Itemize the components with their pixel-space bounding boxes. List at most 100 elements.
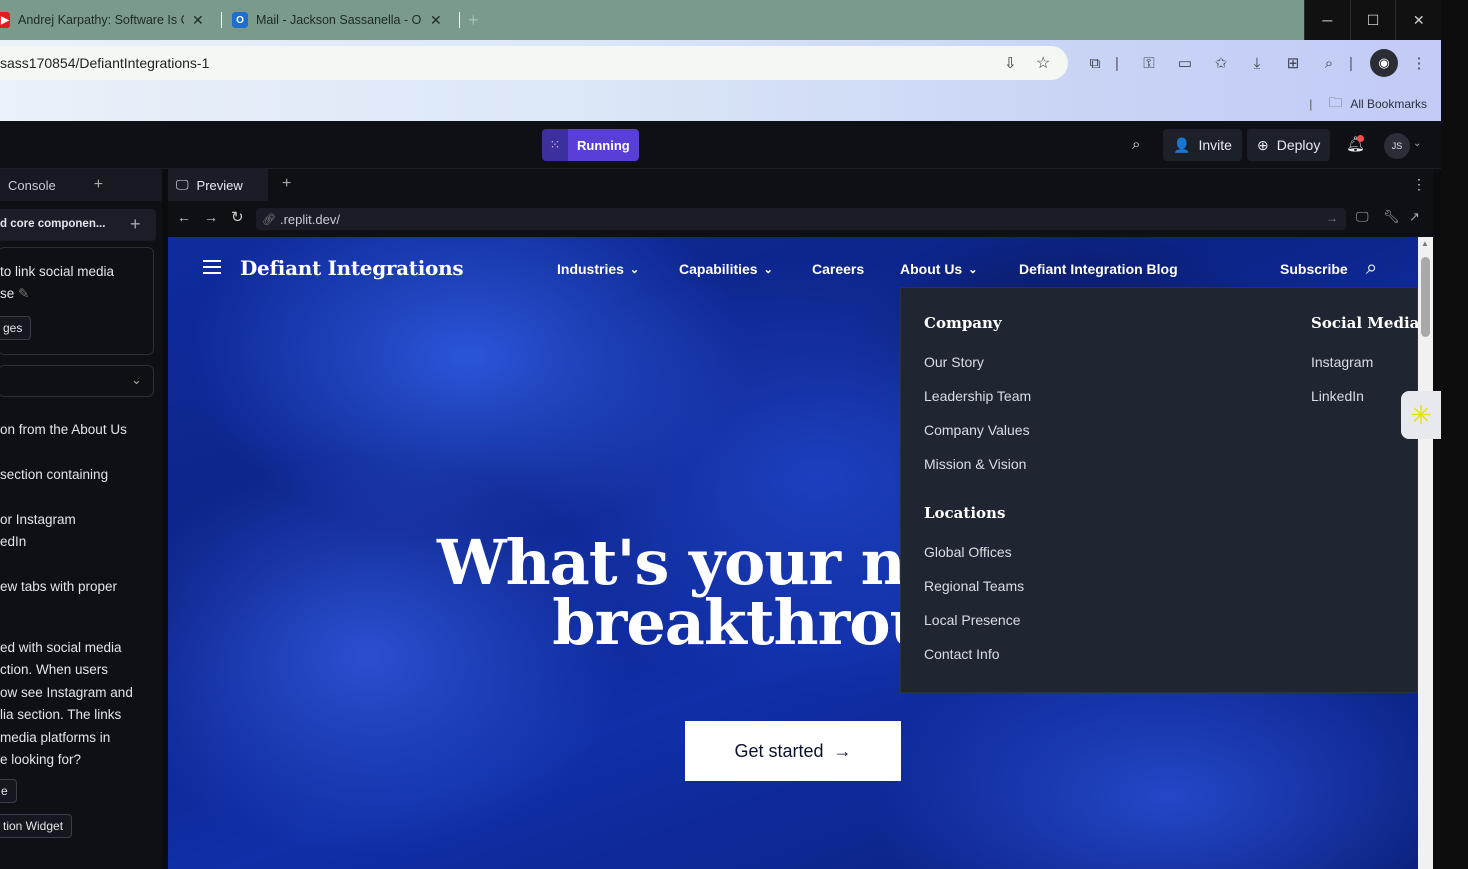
dropdown-heading-locations: Locations — [924, 504, 1006, 522]
search-icon[interactable]: ⌕ — [1132, 136, 1140, 153]
reload-icon[interactable]: ↻ — [231, 208, 244, 226]
new-tab-button[interactable]: + — [468, 8, 479, 32]
dropdown-link[interactable]: Regional Teams — [924, 578, 1024, 594]
dropdown-link-linkedin[interactable]: LinkedIn — [1311, 388, 1364, 404]
user-avatar[interactable]: JS — [1384, 133, 1410, 159]
get-started-button[interactable]: Get started → — [685, 721, 901, 781]
dropdown-heading-social: Social Media — [1311, 314, 1418, 332]
sparkle-widget-icon[interactable]: ✳ — [1401, 391, 1441, 439]
preview-url-text: .replit.dev/ — [279, 211, 340, 227]
preview-tab-label: Preview — [196, 177, 243, 193]
back-arrow-icon[interactable]: ← — [177, 209, 191, 225]
new-thread-icon[interactable]: + — [130, 214, 141, 235]
nav-about-us[interactable]: About Us ⌄ — [900, 261, 977, 277]
edit-pencil-icon[interactable]: ✎ — [18, 286, 29, 301]
dropdown-link-instagram[interactable]: Instagram — [1311, 354, 1373, 370]
password-key-icon[interactable]: ⚿ — [1138, 52, 1160, 74]
browser-tab-outlook[interactable]: O Mail - Jackson Sassanella - Out ✕ — [232, 8, 447, 32]
forward-arrow-icon[interactable]: → — [204, 209, 218, 225]
nav-label: Capabilities — [679, 261, 758, 277]
add-tab-icon[interactable]: + — [94, 176, 103, 194]
close-icon[interactable]: ✕ — [430, 12, 442, 29]
dropdown-link[interactable]: Company Values — [924, 422, 1030, 438]
agent-panel: Console + d core componen... + to link s… — [0, 169, 162, 869]
tab-console[interactable]: Console + — [0, 169, 162, 201]
tab-title: Mail - Jackson Sassanella - Out — [256, 13, 422, 27]
nav-industries[interactable]: Industries ⌄ — [557, 261, 639, 277]
extensions-icon[interactable]: ⧉ — [1084, 52, 1106, 74]
message-line: ction. When users — [0, 662, 109, 677]
message-line: media platforms in — [0, 730, 111, 745]
search-icon[interactable]: ⌕ — [1366, 257, 1377, 280]
tab-preview[interactable]: 🖵 Preview — [168, 169, 268, 201]
nav-capabilities[interactable]: Capabilities ⌄ — [679, 261, 773, 277]
open-external-icon[interactable]: ↗ — [1409, 209, 1420, 225]
favorites-icon[interactable]: ✩ — [1210, 52, 1232, 74]
message-line: ew tabs with proper — [0, 579, 118, 594]
collections-icon[interactable]: ⊞ — [1282, 52, 1304, 74]
all-bookmarks-link[interactable]: All Bookmarks — [1350, 97, 1427, 111]
dropdown-link[interactable]: Mission & Vision — [924, 456, 1026, 472]
chevron-down-icon[interactable]: ⌄ — [131, 372, 142, 388]
screenshot-search-icon[interactable]: ⌕ — [1318, 52, 1340, 74]
nav-label: Subscribe — [1280, 261, 1348, 277]
dropdown-link[interactable]: Local Presence — [924, 612, 1021, 628]
dropdown-link[interactable]: Our Story — [924, 354, 984, 370]
preview-tabbar: 🖵 Preview + ⋮ — [168, 169, 1433, 201]
more-menu-icon[interactable]: ⋮ — [1412, 176, 1426, 193]
message-line: e looking for? — [0, 752, 82, 767]
hamburger-menu-icon[interactable] — [203, 260, 221, 274]
star-icon[interactable]: ☆ — [1036, 53, 1050, 73]
run-button[interactable]: ⁙ Running — [542, 129, 639, 161]
chevron-down-icon[interactable]: ⌄ — [1413, 138, 1421, 149]
site-logo[interactable]: Defiant Integrations — [240, 256, 464, 280]
about-us-dropdown: Company Our Story Leadership Team Compan… — [900, 287, 1418, 693]
console-tab-label: Console — [8, 177, 56, 193]
browser-tab-youtube[interactable]: ▶ Andrej Karpathy: Software Is Ch ✕ — [0, 8, 210, 32]
message-line: ed with social media — [0, 640, 122, 655]
deploy-button[interactable]: ⊕ Deploy — [1247, 129, 1331, 161]
invite-button[interactable]: 👤 Invite — [1163, 129, 1242, 161]
profile-avatar-icon[interactable]: ◉ — [1370, 49, 1398, 77]
toolbar-divider: | — [1349, 54, 1353, 72]
changes-chip[interactable]: ges — [0, 316, 32, 340]
preview-scrollbar[interactable]: ▲ — [1418, 237, 1433, 869]
checkpoint-chip[interactable]: tion Widget — [0, 814, 73, 838]
window-controls: ─ ☐ ✕ — [1304, 0, 1441, 40]
add-tab-icon[interactable]: + — [282, 175, 291, 193]
maximize-icon[interactable]: ☐ — [1349, 0, 1396, 40]
address-bar[interactable]: sass170854/DefiantIntegrations-1 ⇩ ☆ — [0, 46, 1068, 80]
dropdown-link[interactable]: Global Offices — [924, 544, 1012, 560]
thread-title: d core componen... — [0, 218, 106, 230]
dropdown-heading-company: Company — [924, 314, 1002, 332]
payment-card-icon[interactable]: ▭ — [1174, 52, 1196, 74]
scroll-thumb[interactable] — [1421, 257, 1430, 337]
nav-careers[interactable]: Careers — [812, 261, 864, 277]
nav-label: About Us — [900, 261, 963, 277]
scroll-up-arrow-icon[interactable]: ▲ — [1421, 239, 1429, 248]
nav-label: Defiant Integration Blog — [1019, 261, 1178, 277]
more-menu-icon[interactable]: ⋮ — [1408, 52, 1430, 74]
outlook-icon: O — [232, 12, 248, 28]
devices-icon[interactable]: 🖵 — [1356, 209, 1369, 225]
message-line: or Instagram — [0, 512, 76, 527]
download-icon[interactable]: ⤓ — [1246, 52, 1268, 74]
nav-subscribe[interactable]: Subscribe — [1280, 261, 1348, 277]
chevron-down-icon: ⌄ — [629, 263, 640, 276]
thread-header[interactable]: d core componen... + — [0, 209, 156, 241]
go-arrow-icon[interactable]: → — [1326, 211, 1338, 225]
devtools-wrench-icon[interactable]: 🔧︎ — [1383, 209, 1400, 225]
deploy-label: Deploy — [1276, 137, 1321, 153]
collapsed-section[interactable]: ⌄ — [0, 365, 154, 397]
window-edge — [1441, 0, 1468, 869]
install-app-icon[interactable]: ⇩ — [1004, 54, 1017, 72]
close-window-icon[interactable]: ✕ — [1395, 0, 1441, 40]
close-icon[interactable]: ✕ — [192, 12, 204, 29]
dropdown-link[interactable]: Leadership Team — [924, 388, 1031, 404]
nav-blog[interactable]: Defiant Integration Blog — [1019, 261, 1178, 277]
preview-url-input[interactable]: 🔗︎ .replit.dev/ → — [256, 208, 1346, 230]
action-chip[interactable]: e — [0, 779, 17, 803]
youtube-icon: ▶ — [0, 12, 10, 28]
dropdown-link[interactable]: Contact Info — [924, 646, 1000, 662]
minimize-icon[interactable]: ─ — [1304, 0, 1350, 40]
